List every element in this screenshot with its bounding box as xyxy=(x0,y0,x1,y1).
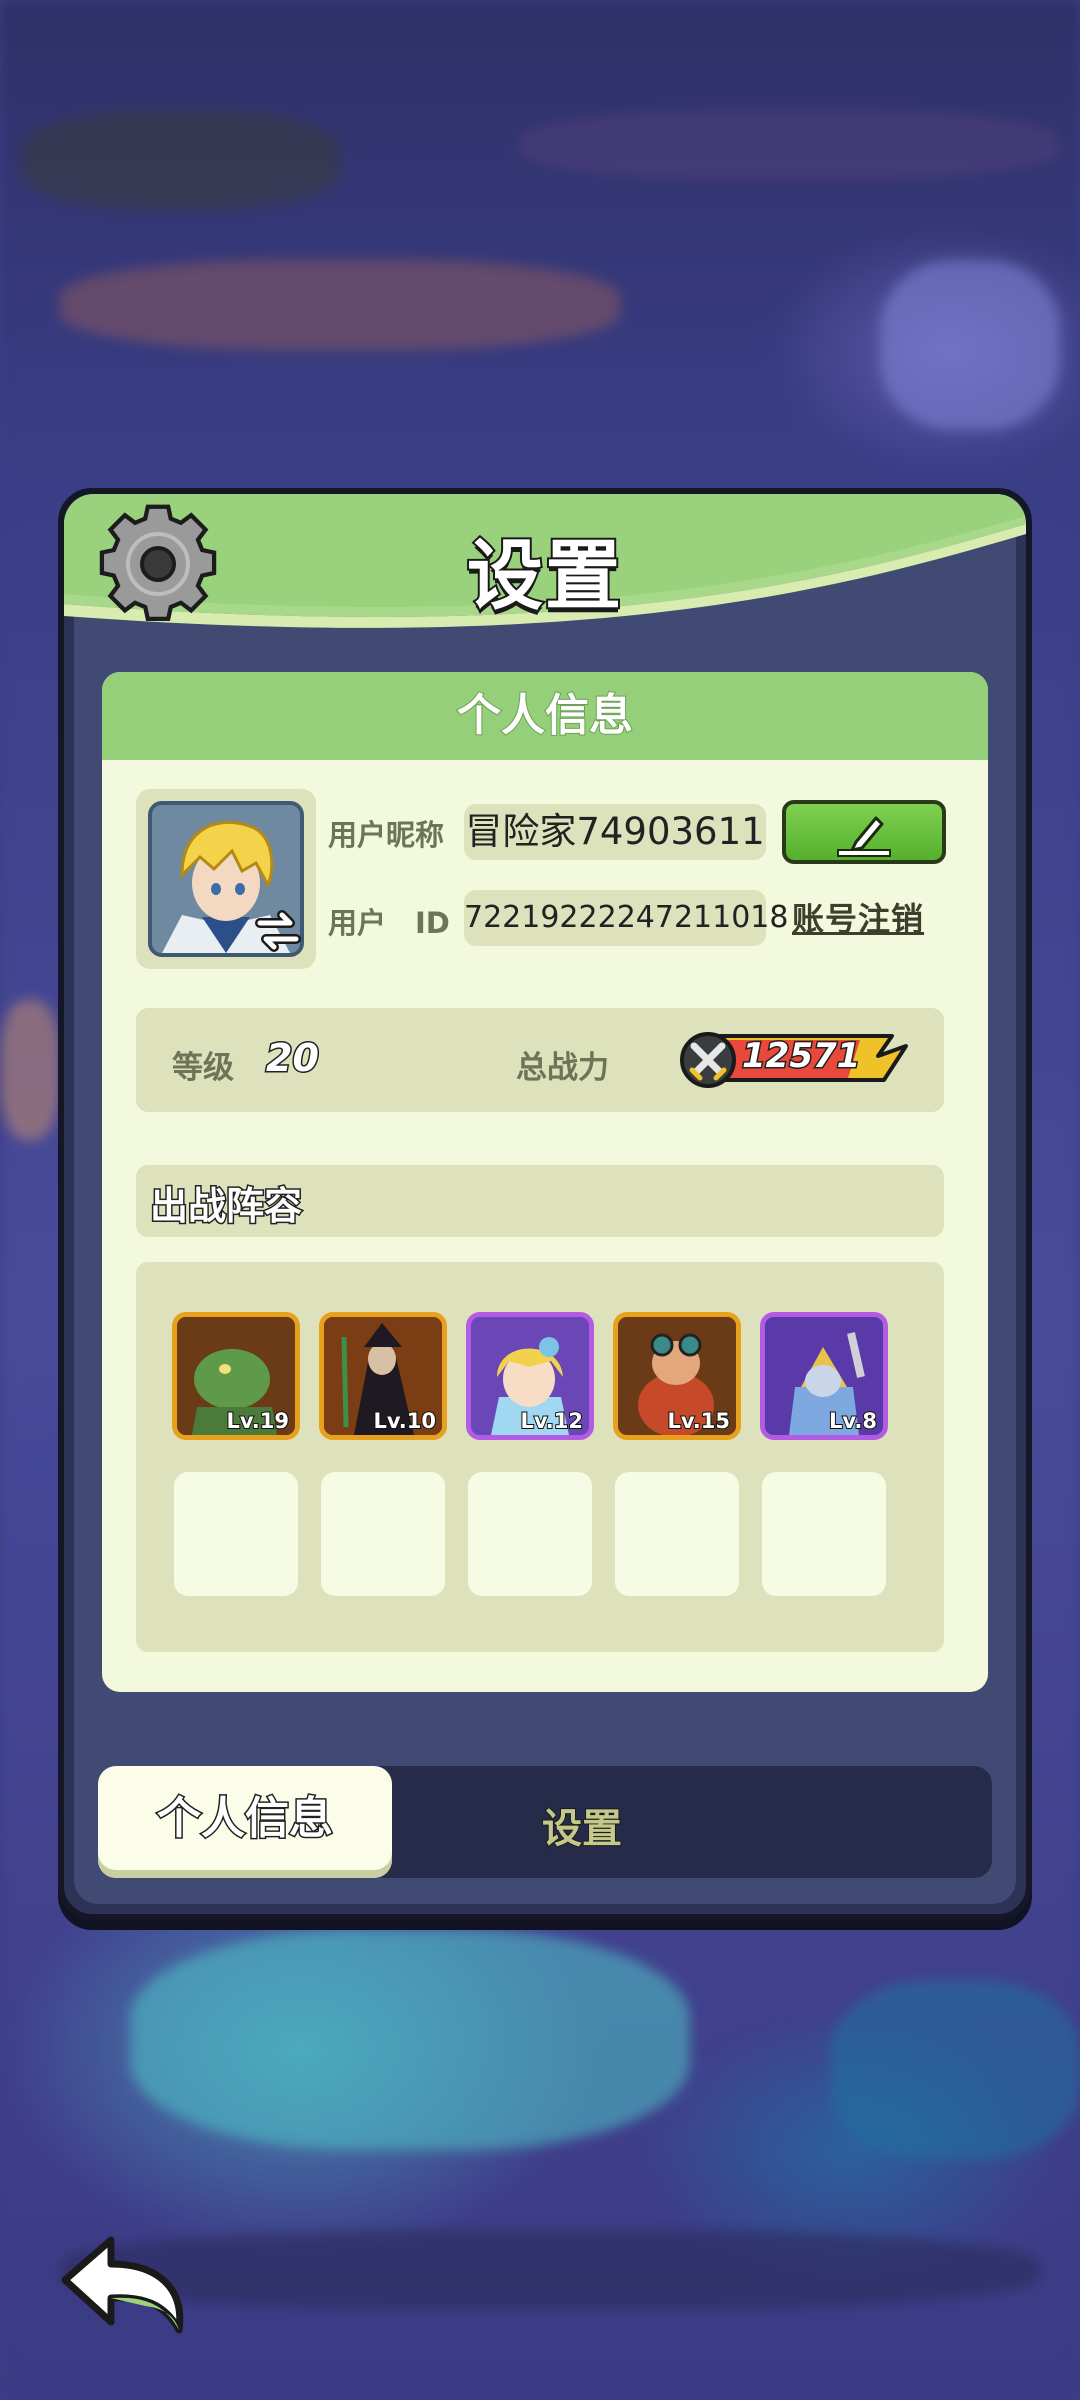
empty-hero-slot[interactable] xyxy=(174,1472,298,1596)
hero-slot-4[interactable]: Lv.15 xyxy=(613,1312,741,1440)
swap-arrows-icon[interactable] xyxy=(254,907,302,955)
hero-level: Lv.8 xyxy=(828,1408,878,1434)
hero-slot-5[interactable]: Lv.8 xyxy=(760,1312,888,1440)
hero-level: Lv.12 xyxy=(519,1408,584,1434)
tab-profile[interactable]: 个人信息 xyxy=(98,1766,392,1878)
gear-icon xyxy=(99,504,217,622)
hero-slot-2[interactable]: Lv.10 xyxy=(319,1312,447,1440)
settings-dialog: 设置 个人信息 用户昵称 冒险家74903611 用户 ID 722192222… xyxy=(58,488,1032,1920)
tab-settings[interactable]: 设置 xyxy=(541,1796,623,1854)
hero-level: Lv.15 xyxy=(666,1408,731,1434)
empty-hero-slot[interactable] xyxy=(468,1472,592,1596)
edit-nickname-button[interactable] xyxy=(782,800,946,864)
user-id-label: 用户 ID xyxy=(328,906,450,940)
empty-hero-slot[interactable] xyxy=(762,1472,886,1596)
profile-section-title: 个人信息 xyxy=(102,672,988,760)
power-label: 总战力 xyxy=(516,1050,609,1086)
back-arrow-icon[interactable] xyxy=(55,2230,195,2340)
nickname-label: 用户昵称 xyxy=(328,818,445,852)
power-badge: 12571 xyxy=(680,1032,910,1088)
pencil-icon xyxy=(837,816,891,857)
tab-bar: 个人信息 设置 xyxy=(98,1766,992,1878)
hero-slot-3[interactable]: Lv.12 xyxy=(466,1312,594,1440)
team-section-header: 出战阵容 xyxy=(136,1165,944,1237)
cancel-account-link[interactable]: 账号注销 xyxy=(792,894,924,940)
nickname-field: 冒险家74903611 xyxy=(464,804,766,860)
team-title: 出战阵容 xyxy=(148,1183,303,1230)
empty-hero-slot[interactable] xyxy=(615,1472,739,1596)
profile-panel: 个人信息 用户昵称 冒险家74903611 用户 ID 722192222472… xyxy=(102,672,988,1692)
hero-level: Lv.19 xyxy=(225,1408,290,1434)
avatar-frame[interactable] xyxy=(136,789,316,969)
level-label: 等级 xyxy=(172,1050,234,1086)
team-lineup: Lv.19 Lv.10 Lv.12 Lv.15 Lv.8 xyxy=(136,1262,944,1652)
hero-slot-1[interactable]: Lv.19 xyxy=(172,1312,300,1440)
hero-level: Lv.10 xyxy=(372,1408,437,1434)
empty-hero-slot[interactable] xyxy=(321,1472,445,1596)
crossed-swords-icon xyxy=(689,1042,727,1081)
level-value: 20 xyxy=(265,1035,321,1082)
power-value: 12571 xyxy=(740,1035,861,1078)
user-id-field: 72219222247211018 xyxy=(464,890,788,946)
stats-card: 等级 20 总战力 12571 xyxy=(136,1008,944,1112)
